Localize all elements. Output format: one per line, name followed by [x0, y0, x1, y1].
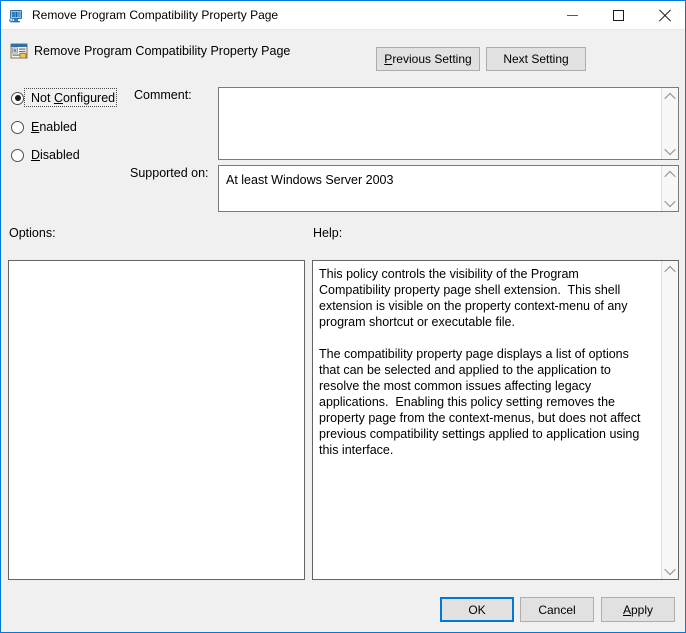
scroll-down-icon[interactable] — [662, 143, 678, 158]
close-icon — [658, 9, 671, 22]
cancel-button[interactable]: Cancel — [520, 597, 594, 622]
radio-label-disabled: Disabled — [31, 147, 80, 162]
computer-monitor-icon — [8, 8, 24, 24]
title-bar[interactable]: Remove Program Compatibility Property Pa… — [1, 0, 685, 30]
help-label: Help: — [313, 226, 343, 240]
supported-on-label: Supported on: — [130, 166, 209, 180]
ok-button[interactable]: OK — [440, 597, 514, 622]
options-panel[interactable] — [8, 260, 305, 580]
help-text: This policy controls the visibility of t… — [319, 267, 641, 457]
titlebar-separator — [1, 29, 685, 30]
previous-setting-label-rest: revious Setting — [392, 52, 472, 66]
maximize-icon — [612, 10, 624, 21]
comment-scrollbar[interactable] — [661, 88, 678, 159]
scroll-down-icon[interactable] — [662, 563, 678, 578]
radio-enabled[interactable]: Enabled — [11, 118, 77, 136]
minimize-button[interactable] — [549, 1, 595, 30]
setting-name-heading: Remove Program Compatibility Property Pa… — [34, 44, 291, 58]
scroll-up-icon[interactable] — [662, 262, 678, 277]
scroll-up-icon[interactable] — [662, 167, 678, 182]
minimize-icon — [566, 15, 578, 16]
comment-label: Comment: — [134, 88, 192, 102]
apply-label-rest: pply — [631, 602, 654, 617]
radio-disabled[interactable]: Disabled — [11, 146, 80, 164]
supported-on-scrollbar[interactable] — [661, 166, 678, 211]
next-setting-button[interactable]: Next Setting — [486, 47, 586, 71]
maximize-button[interactable] — [595, 1, 641, 30]
policy-setting-icon — [10, 42, 28, 60]
apply-accel: A — [622, 602, 631, 617]
radio-label-not-configured: Not Configured — [31, 90, 116, 105]
comment-textbox[interactable] — [218, 87, 679, 160]
window-title: Remove Program Compatibility Property Pa… — [32, 8, 279, 22]
close-button[interactable] — [641, 1, 685, 30]
supported-on-value: At least Windows Server 2003 — [226, 173, 394, 187]
radio-label-enabled: Enabled — [31, 119, 77, 134]
help-panel[interactable]: This policy controls the visibility of t… — [312, 260, 679, 580]
options-label: Options: — [9, 226, 56, 240]
apply-button[interactable]: Apply — [601, 597, 675, 622]
radio-indicator-disabled — [11, 148, 24, 162]
help-scrollbar[interactable] — [661, 261, 678, 579]
previous-setting-button[interactable]: Previous Setting — [376, 47, 480, 71]
supported-on-textbox[interactable]: At least Windows Server 2003 — [218, 165, 679, 212]
scroll-up-icon[interactable] — [662, 89, 678, 104]
radio-indicator-not-configured — [11, 91, 24, 105]
radio-not-configured[interactable]: Not Configured — [11, 89, 115, 107]
property-dialog-window: Remove Program Compatibility Property Pa… — [0, 0, 686, 633]
scroll-down-icon[interactable] — [662, 195, 678, 210]
radio-indicator-enabled — [11, 120, 24, 134]
